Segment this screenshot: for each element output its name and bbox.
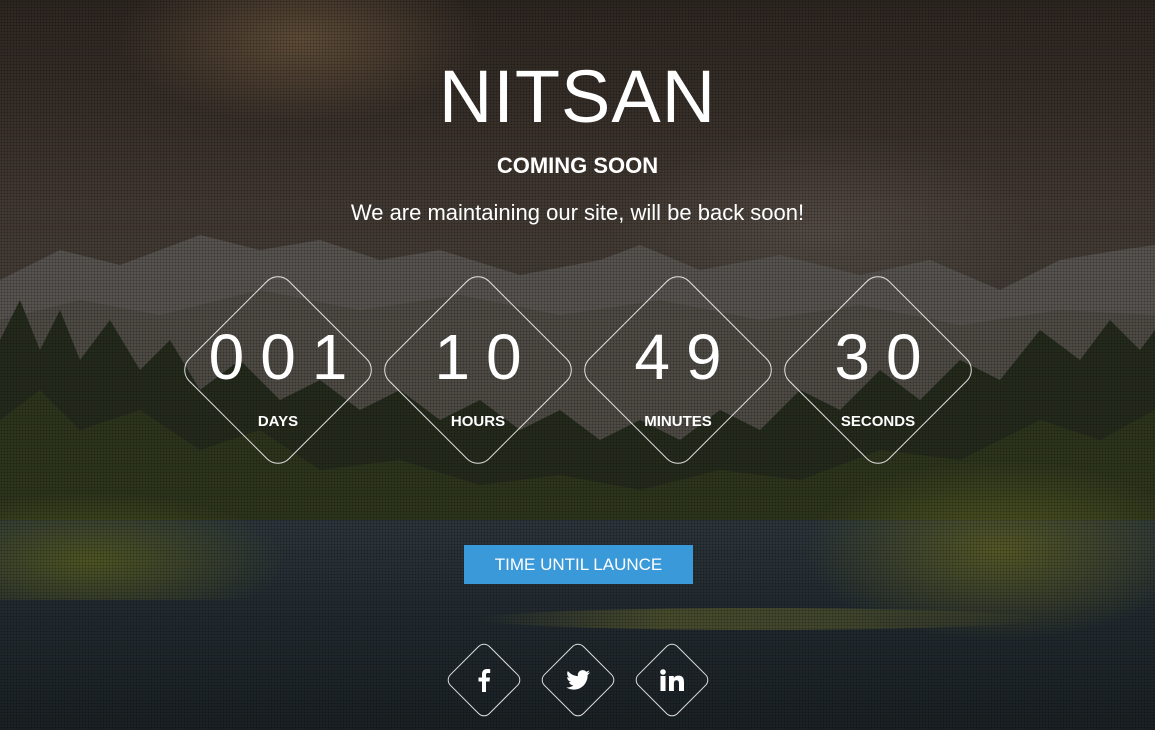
twitter-icon <box>538 640 618 720</box>
countdown-minutes: 49 MINUTES <box>577 269 779 471</box>
coming-soon-heading: COMING SOON <box>496 153 659 178</box>
seconds-label: SECONDS <box>840 413 916 430</box>
minutes-value: 49 <box>634 321 738 393</box>
facebook-link[interactable] <box>444 640 524 720</box>
hours-label: HOURS <box>450 413 506 430</box>
days-label: DAYS <box>257 413 299 430</box>
countdown-seconds: 30 SECONDS <box>777 269 979 471</box>
days-value: 001 <box>208 321 364 393</box>
time-until-launch-button[interactable]: TIME UNTIL LAUNCE <box>464 545 693 584</box>
linkedin-icon <box>632 640 712 720</box>
minutes-label: MINUTES <box>644 413 712 430</box>
countdown-hours: 10 HOURS <box>377 269 579 471</box>
site-title: NITSAN <box>438 55 717 138</box>
hours-value: 10 <box>434 321 538 393</box>
seconds-value: 30 <box>834 321 938 393</box>
countdown-days: 001 DAYS <box>177 269 379 471</box>
maintenance-message: We are maintaining our site, will be bac… <box>350 200 805 225</box>
linkedin-link[interactable] <box>632 640 712 720</box>
twitter-link[interactable] <box>538 640 618 720</box>
facebook-icon <box>444 640 524 720</box>
